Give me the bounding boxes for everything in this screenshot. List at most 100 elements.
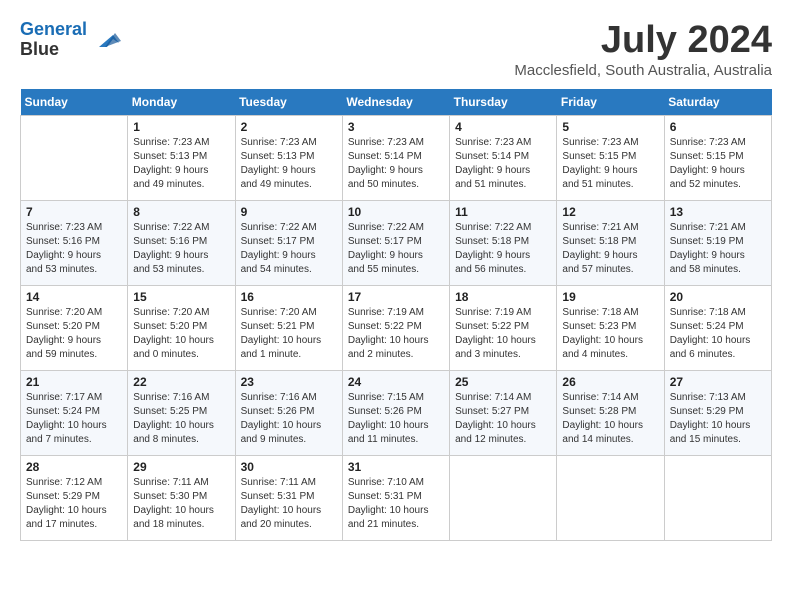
calendar-week-2: 7 Sunrise: 7:23 AM Sunset: 5:16 PM Daylig… <box>21 200 772 285</box>
title-block: July 2024 Macclesfield, South Australia,… <box>514 20 772 79</box>
calendar-week-1: 1 Sunrise: 7:23 AM Sunset: 5:13 PM Daylig… <box>21 115 772 200</box>
day-info: Sunrise: 7:23 AM Sunset: 5:15 PM Dayligh… <box>670 136 766 192</box>
day-number: 9 <box>241 205 337 219</box>
calendar-cell: 30 Sunrise: 7:11 AM Sunset: 5:31 PM Dayli… <box>235 455 342 540</box>
logo: GeneralBlue <box>20 20 121 60</box>
calendar-week-4: 21 Sunrise: 7:17 AM Sunset: 5:24 PM Dayli… <box>21 370 772 455</box>
day-info: Sunrise: 7:23 AM Sunset: 5:16 PM Dayligh… <box>26 221 122 277</box>
calendar-cell: 15 Sunrise: 7:20 AM Sunset: 5:20 PM Dayli… <box>128 285 235 370</box>
calendar-cell: 14 Sunrise: 7:20 AM Sunset: 5:20 PM Dayli… <box>21 285 128 370</box>
day-number: 21 <box>26 375 122 389</box>
calendar-cell: 4 Sunrise: 7:23 AM Sunset: 5:14 PM Daylig… <box>450 115 557 200</box>
calendar-cell: 6 Sunrise: 7:23 AM Sunset: 5:15 PM Daylig… <box>664 115 771 200</box>
day-header-monday: Monday <box>128 89 235 116</box>
calendar-cell: 12 Sunrise: 7:21 AM Sunset: 5:18 PM Dayli… <box>557 200 664 285</box>
day-number: 1 <box>133 120 229 134</box>
page-header: GeneralBlue July 2024 Macclesfield, Sout… <box>20 20 772 79</box>
calendar-cell: 16Sunrise: 7:20 AM Sunset: 5:21 PM Dayli… <box>235 285 342 370</box>
day-info: Sunrise: 7:11 AM Sunset: 5:31 PM Dayligh… <box>241 476 337 532</box>
day-header-saturday: Saturday <box>664 89 771 116</box>
day-number: 14 <box>26 290 122 304</box>
day-info: Sunrise: 7:14 AM Sunset: 5:28 PM Dayligh… <box>562 391 658 447</box>
day-info: Sunrise: 7:11 AM Sunset: 5:30 PM Dayligh… <box>133 476 229 532</box>
calendar-cell: 22Sunrise: 7:16 AM Sunset: 5:25 PM Dayli… <box>128 370 235 455</box>
day-info: Sunrise: 7:21 AM Sunset: 5:19 PM Dayligh… <box>670 221 766 277</box>
day-number: 28 <box>26 460 122 474</box>
day-number: 31 <box>348 460 444 474</box>
day-number: 27 <box>670 375 766 389</box>
calendar-cell: 2 Sunrise: 7:23 AM Sunset: 5:13 PM Daylig… <box>235 115 342 200</box>
day-number: 7 <box>26 205 122 219</box>
calendar-cell: 9 Sunrise: 7:22 AM Sunset: 5:17 PM Daylig… <box>235 200 342 285</box>
calendar-cell: 29 Sunrise: 7:11 AM Sunset: 5:30 PM Dayli… <box>128 455 235 540</box>
calendar-cell: 1 Sunrise: 7:23 AM Sunset: 5:13 PM Daylig… <box>128 115 235 200</box>
calendar-cell: 13 Sunrise: 7:21 AM Sunset: 5:19 PM Dayli… <box>664 200 771 285</box>
day-number: 6 <box>670 120 766 134</box>
calendar-cell: 7 Sunrise: 7:23 AM Sunset: 5:16 PM Daylig… <box>21 200 128 285</box>
day-info: Sunrise: 7:23 AM Sunset: 5:13 PM Dayligh… <box>241 136 337 192</box>
day-number: 13 <box>670 205 766 219</box>
day-info: Sunrise: 7:20 AM Sunset: 5:20 PM Dayligh… <box>133 306 229 362</box>
calendar-cell: 19 Sunrise: 7:18 AM Sunset: 5:23 PM Dayli… <box>557 285 664 370</box>
calendar-cell: 10 Sunrise: 7:22 AM Sunset: 5:17 PM Dayli… <box>342 200 449 285</box>
day-info: Sunrise: 7:19 AM Sunset: 5:22 PM Dayligh… <box>455 306 551 362</box>
day-number: 24 <box>348 375 444 389</box>
day-number: 17 <box>348 290 444 304</box>
day-info: Sunrise: 7:20 AM Sunset: 5:20 PM Dayligh… <box>26 306 122 362</box>
calendar-week-3: 14 Sunrise: 7:20 AM Sunset: 5:20 PM Dayli… <box>21 285 772 370</box>
day-number: 30 <box>241 460 337 474</box>
day-header-thursday: Thursday <box>450 89 557 116</box>
calendar-cell: 20Sunrise: 7:18 AM Sunset: 5:24 PM Dayli… <box>664 285 771 370</box>
day-info: Sunrise: 7:22 AM Sunset: 5:17 PM Dayligh… <box>348 221 444 277</box>
day-info: Sunrise: 7:23 AM Sunset: 5:14 PM Dayligh… <box>455 136 551 192</box>
calendar-cell: 5 Sunrise: 7:23 AM Sunset: 5:15 PM Daylig… <box>557 115 664 200</box>
day-info: Sunrise: 7:14 AM Sunset: 5:27 PM Dayligh… <box>455 391 551 447</box>
calendar-cell: 28Sunrise: 7:12 AM Sunset: 5:29 PM Dayli… <box>21 455 128 540</box>
calendar-cell <box>450 455 557 540</box>
day-number: 3 <box>348 120 444 134</box>
day-info: Sunrise: 7:22 AM Sunset: 5:18 PM Dayligh… <box>455 221 551 277</box>
calendar-header-row: SundayMondayTuesdayWednesdayThursdayFrid… <box>21 89 772 116</box>
day-info: Sunrise: 7:23 AM Sunset: 5:13 PM Dayligh… <box>133 136 229 192</box>
day-info: Sunrise: 7:22 AM Sunset: 5:16 PM Dayligh… <box>133 221 229 277</box>
calendar-cell <box>557 455 664 540</box>
day-number: 15 <box>133 290 229 304</box>
day-info: Sunrise: 7:15 AM Sunset: 5:26 PM Dayligh… <box>348 391 444 447</box>
day-info: Sunrise: 7:16 AM Sunset: 5:26 PM Dayligh… <box>241 391 337 447</box>
calendar-cell: 11 Sunrise: 7:22 AM Sunset: 5:18 PM Dayli… <box>450 200 557 285</box>
day-info: Sunrise: 7:19 AM Sunset: 5:22 PM Dayligh… <box>348 306 444 362</box>
day-number: 23 <box>241 375 337 389</box>
day-number: 19 <box>562 290 658 304</box>
logo-text: GeneralBlue <box>20 20 87 60</box>
calendar-cell: 3 Sunrise: 7:23 AM Sunset: 5:14 PM Daylig… <box>342 115 449 200</box>
calendar-cell: 31Sunrise: 7:10 AM Sunset: 5:31 PM Dayli… <box>342 455 449 540</box>
day-number: 8 <box>133 205 229 219</box>
day-number: 4 <box>455 120 551 134</box>
day-header-friday: Friday <box>557 89 664 116</box>
day-info: Sunrise: 7:17 AM Sunset: 5:24 PM Dayligh… <box>26 391 122 447</box>
day-number: 12 <box>562 205 658 219</box>
day-number: 22 <box>133 375 229 389</box>
day-number: 5 <box>562 120 658 134</box>
day-info: Sunrise: 7:20 AM Sunset: 5:21 PM Dayligh… <box>241 306 337 362</box>
day-info: Sunrise: 7:18 AM Sunset: 5:23 PM Dayligh… <box>562 306 658 362</box>
calendar-cell: 8 Sunrise: 7:22 AM Sunset: 5:16 PM Daylig… <box>128 200 235 285</box>
day-number: 18 <box>455 290 551 304</box>
calendar-week-5: 28Sunrise: 7:12 AM Sunset: 5:29 PM Dayli… <box>21 455 772 540</box>
day-number: 2 <box>241 120 337 134</box>
logo-icon <box>91 25 121 55</box>
day-number: 11 <box>455 205 551 219</box>
day-info: Sunrise: 7:23 AM Sunset: 5:15 PM Dayligh… <box>562 136 658 192</box>
calendar-cell: 17 Sunrise: 7:19 AM Sunset: 5:22 PM Dayli… <box>342 285 449 370</box>
day-number: 26 <box>562 375 658 389</box>
calendar-table: SundayMondayTuesdayWednesdayThursdayFrid… <box>20 89 772 541</box>
day-number: 29 <box>133 460 229 474</box>
day-info: Sunrise: 7:23 AM Sunset: 5:14 PM Dayligh… <box>348 136 444 192</box>
calendar-cell <box>664 455 771 540</box>
day-info: Sunrise: 7:13 AM Sunset: 5:29 PM Dayligh… <box>670 391 766 447</box>
day-info: Sunrise: 7:21 AM Sunset: 5:18 PM Dayligh… <box>562 221 658 277</box>
day-number: 10 <box>348 205 444 219</box>
month-title: July 2024 <box>514 20 772 62</box>
calendar-cell: 27 Sunrise: 7:13 AM Sunset: 5:29 PM Dayli… <box>664 370 771 455</box>
day-info: Sunrise: 7:22 AM Sunset: 5:17 PM Dayligh… <box>241 221 337 277</box>
